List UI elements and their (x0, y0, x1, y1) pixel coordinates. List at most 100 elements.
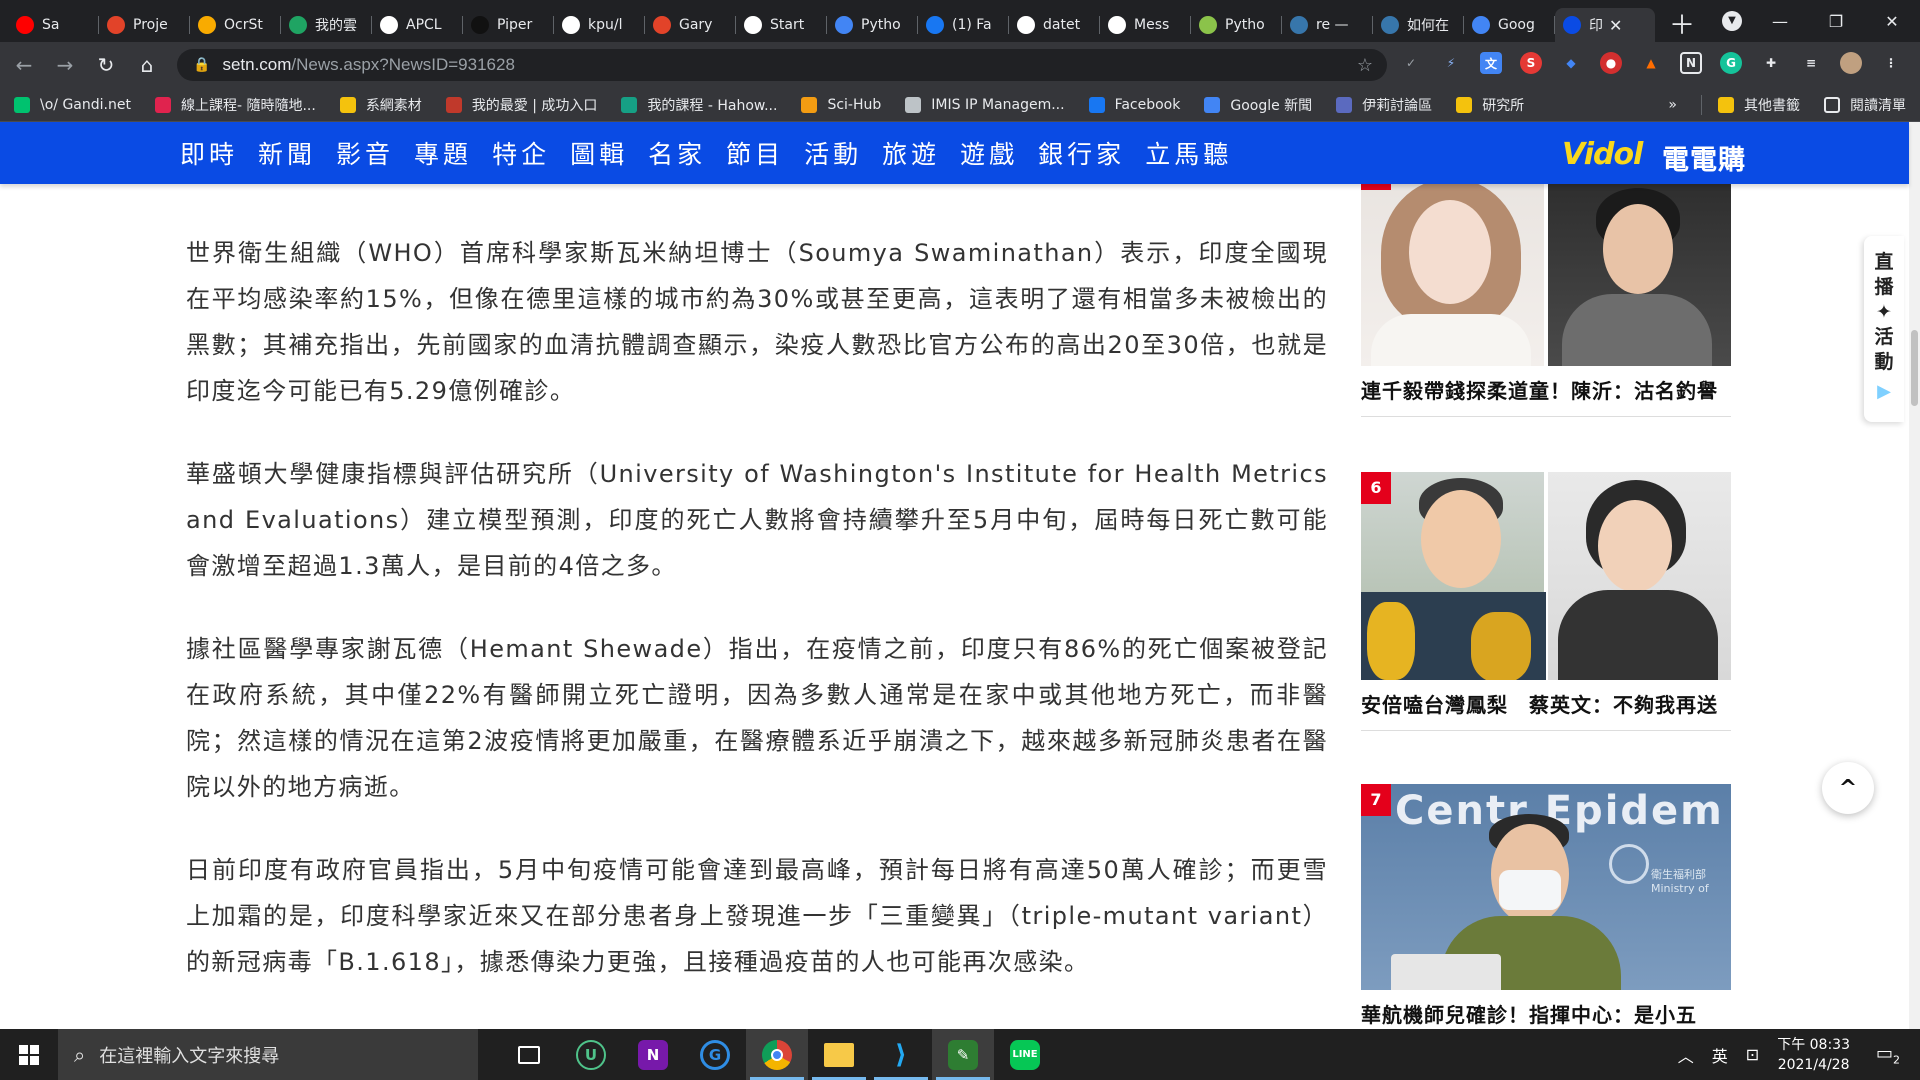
browser-tab[interactable]: Sa (8, 8, 99, 42)
site-nav-item[interactable]: 特企 (492, 135, 550, 171)
puzzle-extensions-icon[interactable]: ✚ (1760, 52, 1782, 74)
browser-tab[interactable]: kpu/l (554, 8, 645, 42)
bookmark-item[interactable]: 我的課程 - Hahow... (621, 95, 777, 115)
home-icon[interactable]: ⌂ (130, 48, 164, 82)
scrollbar-thumb[interactable] (1911, 330, 1918, 406)
reading-list[interactable]: 閱讀清單 (1824, 95, 1906, 115)
bolt-extension-icon[interactable]: ⚡ (1440, 52, 1462, 74)
back-to-top-button[interactable]: ^ (1822, 762, 1874, 814)
restore-icon[interactable]: ❐ (1808, 12, 1864, 31)
upwork-icon[interactable]: U (560, 1029, 622, 1080)
shop-link[interactable]: 電電購 (1662, 138, 1746, 177)
line-icon[interactable]: LINE (994, 1029, 1056, 1080)
bookmark-item[interactable]: 系網素材 (339, 95, 422, 115)
bookmark-star-icon[interactable]: ☆ (1357, 55, 1373, 76)
chrome-menu-icon[interactable]: ⋮ (1880, 52, 1902, 74)
fire-extension-icon[interactable]: ▲ (1640, 52, 1662, 74)
browser-tab[interactable]: Gary (645, 8, 736, 42)
browser-tab[interactable]: APCL (372, 8, 463, 42)
site-nav-item[interactable]: 名家 (648, 135, 706, 171)
site-nav-item[interactable]: 專題 (414, 135, 472, 171)
browser-tab[interactable]: Piper (463, 8, 554, 42)
site-nav-item[interactable]: 節目 (726, 135, 784, 171)
back-icon[interactable]: ← (7, 48, 41, 82)
site-nav-item[interactable]: 遊戲 (960, 135, 1018, 171)
site-nav-item[interactable]: 圖輯 (570, 135, 628, 171)
lock-icon[interactable]: 🔒 (193, 57, 210, 73)
close-window-icon[interactable]: ✕ (1864, 12, 1920, 31)
typora-icon[interactable]: ✎ (932, 1029, 994, 1080)
taskbar-search[interactable]: ⌕ 在這裡輸入文字來搜尋 (58, 1029, 478, 1080)
site-nav-item[interactable]: 旅遊 (882, 135, 940, 171)
popular-card[interactable]: 7 Centr Epidem 衛生福利部 Ministry of 華航機師兒確診… (1361, 784, 1731, 1029)
other-bookmarks[interactable]: 其他書籤 (1718, 95, 1800, 115)
browser-tab[interactable]: Mess (1100, 8, 1191, 42)
bookmark-item[interactable]: 伊莉討論區 (1336, 95, 1432, 115)
live-events-tab[interactable]: 直 播 ✦ 活 動 ▶ (1864, 236, 1904, 422)
site-nav-item[interactable]: 立馬聽 (1145, 135, 1232, 171)
onenote-icon[interactable]: N (622, 1029, 684, 1080)
news-caption[interactable]: 華航機師兒確診！指揮中心：是小五 (1361, 990, 1731, 1029)
popular-card[interactable]: 6 安倍嗑台灣鳳梨 蔡英文：不夠我再送 (1361, 472, 1731, 731)
bookmark-item[interactable]: 我的最愛 | 成功入口 (445, 95, 597, 115)
reload-icon[interactable]: ↻ (89, 48, 123, 82)
browser-tab[interactable]: 如何在 (1373, 8, 1464, 42)
browser-tab[interactable]: Goog (1464, 8, 1555, 42)
tab-search-icon[interactable]: ▼ (1722, 11, 1742, 31)
taskbar-clock[interactable]: 下午 08:33 2021/4/28 (1777, 1035, 1850, 1075)
address-bar[interactable]: 🔒 setn.com/News.aspx?NewsID=931628 ☆ (177, 49, 1387, 81)
news-caption[interactable]: 連千毅帶錢探柔道童！陳沂：沽名釣譽 (1361, 366, 1731, 406)
news-caption[interactable]: 安倍嗑台灣鳳梨 蔡英文：不夠我再送 (1361, 680, 1731, 720)
bookmark-item[interactable]: \o/ Gandi.net (14, 96, 131, 113)
site-nav-item[interactable]: 活動 (804, 135, 862, 171)
bookmarks-overflow-button[interactable]: » (1668, 97, 1677, 113)
site-nav-item[interactable]: 銀行家 (1038, 135, 1125, 171)
browser-tab[interactable]: Start (736, 8, 827, 42)
minimize-icon[interactable]: — (1752, 12, 1808, 31)
bookmark-item[interactable]: Facebook (1088, 96, 1180, 113)
browser-tab[interactable]: datet (1009, 8, 1100, 42)
grammarly-app-icon[interactable]: G (684, 1029, 746, 1080)
forward-icon[interactable]: → (48, 48, 82, 82)
bookmark-item[interactable]: Sci-Hub (801, 96, 881, 113)
bookmark-item[interactable]: 研究所 (1456, 95, 1524, 115)
close-tab-icon[interactable]: ✕ (1609, 16, 1622, 35)
site-nav-item[interactable]: 影音 (336, 135, 394, 171)
news-thumbnail[interactable] (1361, 184, 1731, 366)
translate-extension-icon[interactable]: 文 (1480, 52, 1502, 74)
notification-center-icon[interactable]: ▭2 (1868, 1043, 1908, 1067)
s-extension-icon[interactable]: S (1520, 52, 1542, 74)
task-view-icon[interactable] (498, 1029, 560, 1080)
bookmark-item[interactable]: Google 新聞 (1204, 95, 1312, 115)
news-thumbnail[interactable]: 6 (1361, 472, 1731, 680)
media-control-icon[interactable]: ≡ (1800, 52, 1822, 74)
browser-tab[interactable]: 我的雲 (281, 8, 372, 42)
vscode-icon[interactable]: ⟩ (870, 1029, 932, 1080)
browser-tab[interactable]: 印 ✕ (1555, 8, 1655, 42)
bookmark-item[interactable]: 線上課程- 隨時隨地... (154, 95, 316, 115)
start-button[interactable] (0, 1029, 58, 1080)
tray-chevron-icon[interactable]: ︿ (1678, 1043, 1694, 1067)
shield-extension-icon[interactable]: ◆ (1560, 52, 1582, 74)
new-tab-button[interactable]: ＋ (1669, 5, 1695, 42)
site-nav-item[interactable]: 即時 (180, 135, 238, 171)
ime-indicator[interactable]: 英 (1712, 1043, 1728, 1067)
browser-tab[interactable]: Proje (99, 8, 190, 42)
file-explorer-icon[interactable] (808, 1029, 870, 1080)
site-nav-item[interactable]: 新聞 (258, 135, 316, 171)
popular-card[interactable]: 連千毅帶錢探柔道童！陳沂：沽名釣譽 (1361, 184, 1731, 417)
chrome-taskbar-icon[interactable] (746, 1029, 808, 1080)
check-extension-icon[interactable]: ✓ (1400, 52, 1422, 74)
record-extension-icon[interactable]: ● (1600, 52, 1622, 74)
notion-extension-icon[interactable]: N (1680, 52, 1702, 74)
browser-tab[interactable]: (1) Fa (918, 8, 1009, 42)
browser-tab[interactable]: Pytho (1191, 8, 1282, 42)
vidol-logo[interactable]: Vidol (1562, 137, 1643, 172)
ime-mode-icon[interactable]: ⊡ (1746, 1045, 1759, 1064)
news-thumbnail[interactable]: 7 Centr Epidem 衛生福利部 Ministry of (1361, 784, 1731, 990)
grammarly-extension-icon[interactable]: G (1720, 52, 1742, 74)
browser-tab[interactable]: re — (1282, 8, 1373, 42)
page-scrollbar[interactable] (1909, 122, 1920, 1029)
bookmark-item[interactable]: IMIS IP Managem... (905, 96, 1065, 113)
profile-avatar[interactable] (1840, 52, 1862, 74)
